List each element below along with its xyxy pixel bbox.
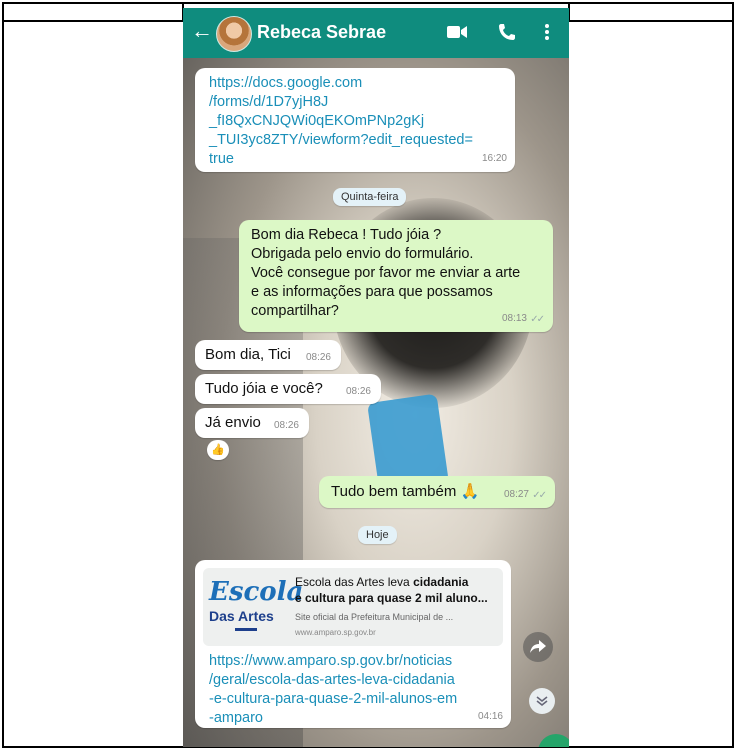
chat-header: ← Rebeca Sebrae [183, 8, 569, 58]
frame-rule-left [2, 20, 183, 22]
message-text: Tudo jóia e você? [205, 380, 323, 397]
message-time: 08:26 [305, 352, 331, 363]
day-label: Quinta-feira [333, 188, 407, 206]
message-reaction[interactable]: 👍 [207, 440, 229, 460]
message-bubble-incoming[interactable]: Já envio 08:26 [195, 408, 309, 438]
logo-underline [235, 628, 257, 631]
message-time: 08:26 [345, 386, 371, 397]
contact-name[interactable]: Rebeca Sebrae [257, 22, 386, 43]
read-receipt-icon: ✓✓ [530, 314, 545, 325]
avatar[interactable] [216, 16, 252, 52]
message-text: Tudo bem também 🙏 [331, 483, 480, 500]
video-call-icon[interactable] [445, 20, 469, 44]
day-label: Hoje [358, 526, 397, 544]
message-bubble-incoming[interactable]: Escola Das Artes Escola das Artes leva c… [195, 560, 511, 728]
message-time: 08:13 [501, 313, 527, 324]
chat-screen: ← Rebeca Sebrae https://docs.google.com … [183, 8, 569, 747]
message-bubble-incoming[interactable]: Tudo jóia e você? 08:26 [195, 374, 381, 404]
phone-call-icon[interactable] [495, 20, 519, 44]
message-text: Bom dia Rebeca ! Tudo jóia ? Obrigada pe… [251, 227, 521, 319]
back-arrow-icon[interactable]: ← [191, 20, 213, 42]
message-text: Bom dia, Tici [205, 346, 291, 363]
logo-word-escola: Escola [209, 577, 304, 607]
message-text[interactable]: https://www.amparo.sp.gov.br/noticias /g… [209, 652, 457, 728]
link-preview-card[interactable]: Escola Das Artes Escola das Artes leva c… [203, 568, 503, 646]
message-time: 04:16 [477, 711, 503, 722]
message-bubble-outgoing[interactable]: Tudo bem também 🙏 08:27 ✓✓ [319, 476, 555, 508]
message-text[interactable]: https://docs.google.com /forms/d/1D7yjH8… [209, 74, 473, 169]
frame-rule-right [568, 20, 734, 22]
scroll-down-icon[interactable] [529, 688, 555, 714]
logo-word-das-artes: Das Artes [209, 608, 274, 624]
more-options-icon[interactable] [535, 20, 559, 44]
send-button[interactable] [538, 734, 569, 747]
message-bubble-incoming[interactable]: https://docs.google.com /forms/d/1D7yjH8… [195, 68, 515, 172]
message-bubble-outgoing[interactable]: Bom dia Rebeca ! Tudo jóia ? Obrigada pe… [239, 220, 553, 332]
link-preview-url: www.amparo.sp.gov.br [295, 628, 376, 637]
forward-icon[interactable] [523, 632, 553, 662]
message-text: Já envio [205, 414, 261, 431]
message-time: 16:20 [481, 153, 507, 164]
message-time: 08:27 [503, 489, 529, 500]
read-receipt-icon: ✓✓ [532, 490, 547, 501]
link-preview-logo: Escola Das Artes [207, 578, 303, 636]
message-bubble-incoming[interactable]: Bom dia, Tici 08:26 [195, 340, 341, 370]
message-time: 08:26 [273, 420, 299, 431]
link-preview-title: Escola das Artes leva cidadania e cultur… [295, 575, 488, 605]
